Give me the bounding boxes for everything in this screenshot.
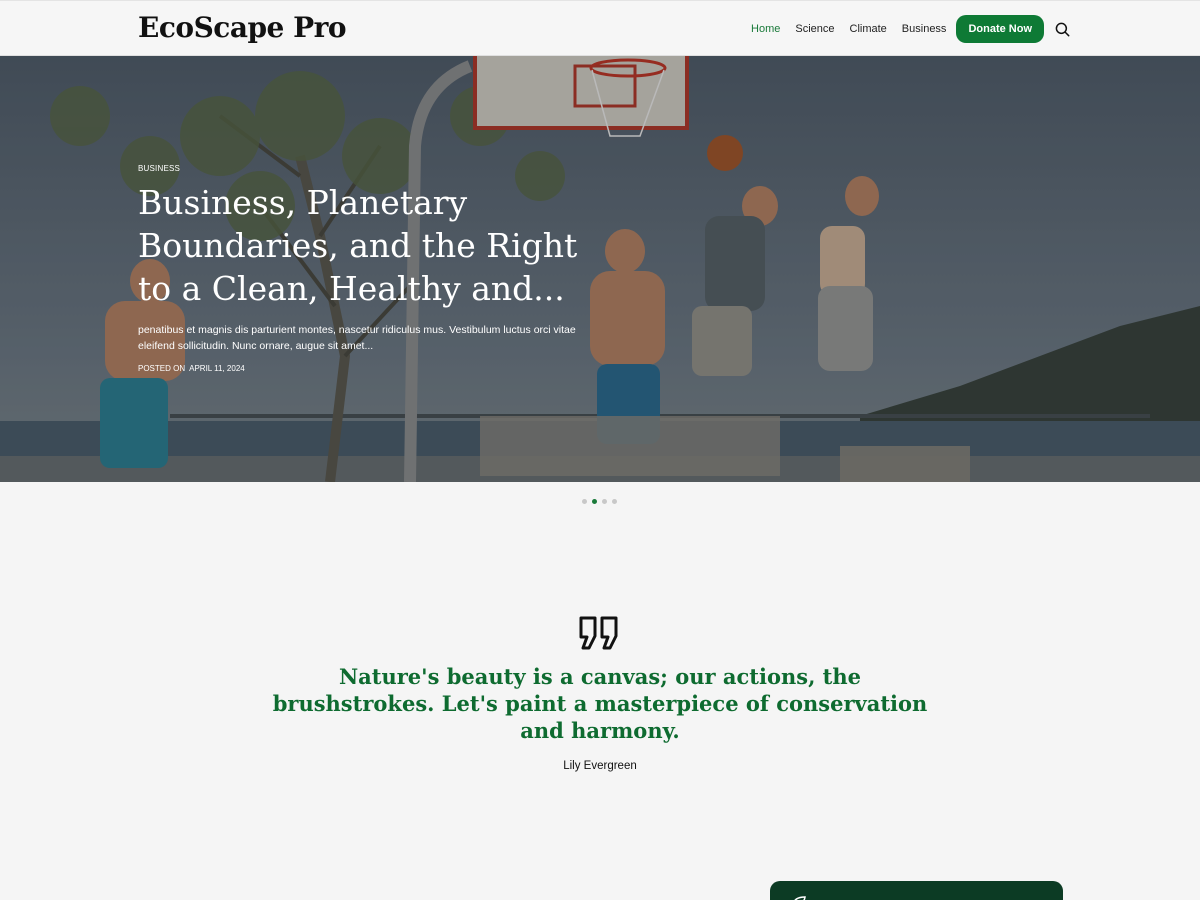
leaf-icon	[792, 893, 806, 900]
nav-climate[interactable]: Climate	[850, 23, 887, 35]
main-nav: Home Science Climate Business Donate Now	[736, 15, 1070, 43]
site-logo[interactable]: EcoScape Pro	[138, 11, 347, 44]
hero-slider[interactable]: Business Business, Planetary Boundaries,…	[0, 56, 1200, 482]
slider-dot-3[interactable]	[602, 499, 607, 504]
promo-card[interactable]	[770, 881, 1063, 900]
nav-business[interactable]: Business	[902, 23, 947, 35]
search-icon[interactable]	[1054, 21, 1070, 37]
hero-category[interactable]: Business	[138, 164, 608, 173]
hero-meta: Posted on April 11, 2024	[138, 364, 608, 373]
slider-dot-2[interactable]	[592, 499, 597, 504]
nav-science[interactable]: Science	[795, 23, 834, 35]
donate-button[interactable]: Donate Now	[956, 15, 1044, 43]
slider-dot-1[interactable]	[582, 499, 587, 504]
slider-dots	[582, 499, 617, 504]
hero-content: Business Business, Planetary Boundaries,…	[138, 164, 608, 373]
slider-dot-4[interactable]	[612, 499, 617, 504]
quote-author: Lily Evergreen	[563, 760, 637, 772]
hero-title[interactable]: Business, Planetary Boundaries, and the …	[138, 181, 608, 310]
post-date[interactable]: April 11, 2024	[189, 364, 245, 373]
posted-on-label: Posted on	[138, 364, 186, 373]
quote-icon	[578, 615, 620, 656]
quote-text: Nature's beauty is a canvas; our actions…	[272, 664, 928, 743]
site-header: EcoScape Pro Home Science Climate Busine…	[0, 0, 1200, 56]
hero-excerpt: penatibus et magnis dis parturient monte…	[138, 324, 576, 352]
nav-home[interactable]: Home	[751, 23, 780, 35]
